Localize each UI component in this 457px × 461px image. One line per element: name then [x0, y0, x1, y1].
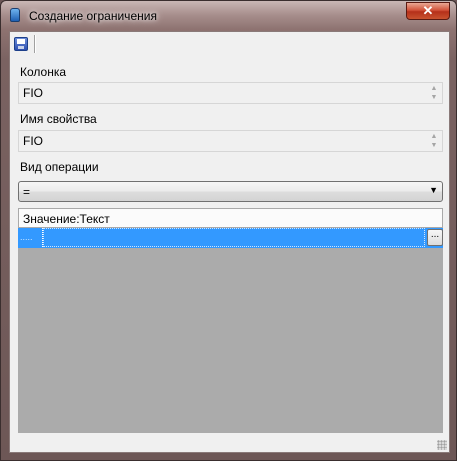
value-grid[interactable]: Значение:Текст ..... ...: [18, 208, 443, 433]
toolbar: [10, 32, 449, 56]
property-field[interactable]: FIO ▲ ▼: [18, 130, 443, 152]
operation-value: =: [23, 185, 31, 199]
resize-grip-icon[interactable]: [437, 440, 447, 450]
column-spinner-icon[interactable]: ▲ ▼: [428, 84, 440, 102]
save-icon[interactable]: [14, 37, 28, 51]
title-bar[interactable]: Создание ограничения ✕: [1, 1, 456, 29]
column-field[interactable]: FIO ▲ ▼: [18, 82, 443, 104]
database-icon: [10, 8, 20, 22]
operation-select[interactable]: = ▼: [18, 181, 443, 202]
dialog-window: Создание ограничения ✕ Колонка FIO ▲ ▼ Им…: [0, 0, 457, 461]
toolbar-separator: [34, 35, 35, 53]
chevron-down-icon[interactable]: ▼: [429, 185, 438, 195]
ellipsis-button[interactable]: ...: [427, 229, 443, 246]
property-value: FIO: [23, 134, 43, 148]
column-value: FIO: [23, 86, 43, 100]
value-cell[interactable]: [43, 228, 425, 247]
grid-header: Значение:Текст: [18, 208, 443, 228]
operation-label: Вид операции: [20, 160, 99, 174]
column-label: Колонка: [20, 65, 67, 79]
property-spinner-icon[interactable]: ▲ ▼: [428, 132, 440, 150]
close-button[interactable]: ✕: [406, 2, 450, 20]
table-row[interactable]: ..... ...: [18, 228, 443, 248]
dialog-body: Колонка FIO ▲ ▼ Имя свойства FIO ▲ ▼ Вид о…: [9, 31, 450, 453]
window-title: Создание ограничения: [29, 9, 157, 23]
grid-header-caption: Значение:Текст: [23, 212, 110, 226]
property-label: Имя свойства: [20, 112, 97, 126]
row-header[interactable]: .....: [18, 228, 43, 247]
